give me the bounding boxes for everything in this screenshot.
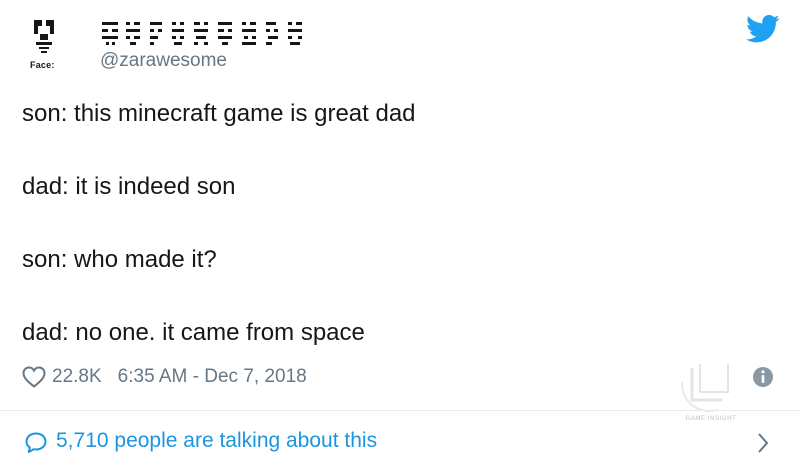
pixel-glyph-name-icon <box>102 22 302 45</box>
conversation-link[interactable]: 5,710 people are talking about this <box>0 411 800 468</box>
talking-about-text[interactable]: 5,710 people are talking about this <box>56 429 377 453</box>
display-name[interactable] <box>100 16 310 50</box>
info-icon[interactable] <box>752 366 774 388</box>
chevron-right-icon[interactable] <box>756 431 770 455</box>
tweet-meta: 22.8K 6:35 AM - Dec 7, 2018 <box>22 362 307 392</box>
avatar-caption: Face: <box>30 60 55 70</box>
tweet-card: Face: @zarawesome son: this minecraft ga… <box>0 0 800 468</box>
tweet-line: dad: it is indeed son <box>22 173 236 200</box>
username[interactable]: @zarawesome <box>100 50 227 72</box>
tweet-text: son: this minecraft game is great dad da… <box>22 96 762 351</box>
tweet-line: son: who made it? <box>22 246 217 273</box>
twitter-bird-icon[interactable] <box>746 14 780 44</box>
timestamp[interactable]: 6:35 AM - Dec 7, 2018 <box>118 366 307 388</box>
like-count[interactable]: 22.8K <box>52 366 102 388</box>
comment-bubble-icon <box>24 431 48 455</box>
tweet-line: son: this minecraft game is great dad <box>22 100 416 127</box>
heart-icon[interactable] <box>22 366 46 388</box>
tweet-line: dad: no one. it came from space <box>22 319 365 346</box>
